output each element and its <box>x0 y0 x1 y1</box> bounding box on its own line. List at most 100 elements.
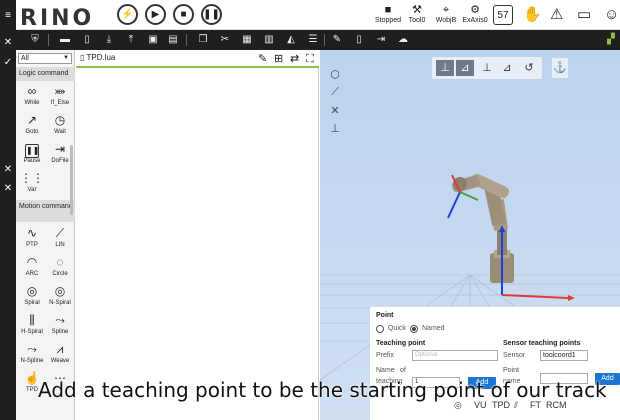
prefix-label: Prefix <box>376 352 394 359</box>
add-line-icon[interactable]: ⊞ <box>274 53 283 65</box>
prefix-input[interactable]: Optional <box>412 350 498 361</box>
cross-icon[interactable]: ✕ <box>326 104 344 122</box>
status-exaxis[interactable]: ⚙ ExAxis0 <box>459 3 491 24</box>
loop-icon: ∞ <box>27 84 37 98</box>
user-icon[interactable]: ☺ <box>604 5 619 25</box>
check-icon[interactable]: ✓ <box>0 57 16 68</box>
name-label-1: Name <box>376 367 395 374</box>
spiral-icon: ◎ <box>26 284 38 298</box>
cmd-arc[interactable]: ◠ ARC <box>18 254 46 281</box>
monitor-icon[interactable]: ▭ <box>577 5 591 25</box>
view-side-icon[interactable]: ⊥ <box>478 60 496 76</box>
scene-side-tools: ⬡ ⟋ ✕ ⊥ <box>326 68 344 140</box>
code-editor[interactable]: ▯ TPD.lua ✎ ⊞ ⇄ ⛶ <box>76 50 319 420</box>
speed-badge[interactable]: 57 <box>493 5 513 25</box>
stop-icon[interactable]: ■ <box>173 4 194 25</box>
file-icon: ▯ <box>80 53 85 62</box>
branch-icon: ⤘ <box>54 84 66 98</box>
sensor-select[interactable]: toolcoord1 <box>540 350 588 361</box>
view-mode-bar: ⊥ ⊿ ⊥ ⊿ ↺ <box>432 57 542 79</box>
close-left-icon-2[interactable]: ✕ <box>0 183 16 194</box>
top-bar: RINO ⚡ ▶ ■ ❚❚ ■ Stopped ⚒ Tool0 ⌖ WobjB ⚙ Ex… <box>0 0 620 31</box>
toolbar-divider <box>324 34 325 46</box>
new-file-icon[interactable]: ▯ <box>80 32 94 48</box>
close-left-icon[interactable]: ✕ <box>0 164 16 175</box>
pause-box-icon: ❚❚ <box>25 144 39 158</box>
cmd-spiral[interactable]: ◎ Spiral <box>18 283 46 310</box>
view-reset-icon[interactable]: ↺ <box>520 60 538 76</box>
cmd-ptp[interactable]: ∿ PTP <box>18 225 46 252</box>
edit-code-icon[interactable]: ✎ <box>258 53 267 65</box>
radio-quick[interactable] <box>376 325 384 333</box>
view-cube-icon[interactable]: ⬡ <box>326 68 344 86</box>
enable-icon[interactable]: ⚡ <box>117 4 138 25</box>
import-icon[interactable]: ⇥ <box>374 32 388 48</box>
chevron-down-icon: ▼ <box>63 55 69 61</box>
cmd-weave[interactable]: ⩘ Weave <box>46 341 74 368</box>
menu-icon[interactable]: ≡ <box>0 10 16 21</box>
cmd-n-spline[interactable]: ⤳ N-Spline <box>18 341 46 368</box>
cmd-while[interactable]: ∞ While <box>18 83 46 110</box>
robot-arm <box>452 173 514 283</box>
download-icon[interactable]: ⤓ <box>102 32 116 48</box>
cut-icon[interactable]: ✂ <box>218 32 232 48</box>
arrange-icon[interactable]: ☰ <box>306 32 320 48</box>
warning-icon[interactable]: ⚠ <box>550 5 563 25</box>
delete-icon[interactable]: ▥ <box>262 32 276 48</box>
cmd-pause[interactable]: ❚❚ Pause <box>18 141 46 168</box>
axis-icon[interactable]: ⊥ <box>326 122 344 140</box>
cmd-h-spiral[interactable]: ⫼ H-Spiral <box>18 312 46 339</box>
cmd-var[interactable]: ⋮⋮ Var <box>18 170 46 197</box>
run-icon[interactable]: ▶ <box>145 4 166 25</box>
anchor-icon[interactable]: ⚓ <box>552 58 568 78</box>
document-icon[interactable]: ▯ <box>352 32 366 48</box>
ptp-icon: ∿ <box>26 226 38 240</box>
layout-icon[interactable]: ▞ <box>604 32 618 48</box>
status-wobj[interactable]: ⌖ WobjB <box>430 3 462 24</box>
app-root: RINO ⚡ ▶ ■ ❚❚ ■ Stopped ⚒ Tool0 ⌖ WobjB ⚙ Ex… <box>0 0 620 420</box>
cmd-goto[interactable]: ↗ Goto <box>18 112 46 139</box>
radio-named-label: Named <box>422 325 445 332</box>
cmd-if-else[interactable]: ⤘ If_Else <box>46 83 74 110</box>
sensor-label: Sensor <box>503 352 526 359</box>
cloud-icon[interactable]: ☁ <box>396 32 410 48</box>
cmd-wait[interactable]: ◷ Wait <box>46 112 74 139</box>
point-name-label-1: Point <box>503 367 519 374</box>
joint-icon[interactable]: ⟋ <box>326 86 344 104</box>
cmd-lin[interactable]: ⟋ LIN <box>46 225 74 252</box>
n-spiral-icon: ◎ <box>54 284 66 298</box>
upload-icon[interactable]: ⤒ <box>124 32 138 48</box>
eraser-icon[interactable]: ◭ <box>284 32 298 48</box>
motion-heading: Motion command <box>16 200 75 222</box>
exaxis-icon: ⚙ <box>470 4 480 16</box>
copy-icon[interactable]: ❐ <box>196 32 210 48</box>
weave-icon: ⩘ <box>56 342 64 356</box>
cmd-n-spiral[interactable]: ◎ N-Spiral <box>46 283 74 310</box>
fullscreen-icon[interactable]: ⛶ <box>306 53 314 65</box>
edit-icon[interactable]: ✎ <box>330 32 344 48</box>
cmd-circle[interactable]: ◌ Circle <box>46 254 74 281</box>
view-iso-icon[interactable]: ⊿ <box>456 60 474 76</box>
view-front-icon[interactable]: ⊥ <box>436 60 454 76</box>
sensor-heading: Sensor teaching points <box>503 340 581 347</box>
view-top-icon[interactable]: ⊿ <box>498 60 516 76</box>
var-icon: ⋮⋮ <box>20 171 44 185</box>
status-tool[interactable]: ⚒ Tool0 <box>401 3 433 24</box>
palette-scrollbar[interactable] <box>70 145 73 215</box>
pause-icon[interactable]: ❚❚ <box>201 4 222 25</box>
palette-filter-select[interactable]: All ▼ <box>18 53 72 64</box>
wobj-icon: ⌖ <box>442 4 450 16</box>
shield-icon[interactable]: ⛨ <box>28 32 42 48</box>
cmd-spline[interactable]: ⤳ Spline <box>46 312 74 339</box>
logic-heading: Logic command <box>16 67 75 81</box>
app-logo: RINO <box>20 6 95 31</box>
swap-icon[interactable]: ⇄ <box>290 53 299 65</box>
paste-icon[interactable]: ▦ <box>240 32 254 48</box>
file-tab[interactable]: ▯ TPD.lua <box>80 53 115 62</box>
hand-icon[interactable]: ✋ <box>523 5 542 25</box>
save-as-icon[interactable]: ▤ <box>166 32 180 48</box>
folder-icon[interactable]: ▬ <box>58 32 72 48</box>
collapse-icon[interactable]: ✕ <box>0 37 16 48</box>
radio-named[interactable] <box>410 325 418 333</box>
save-icon[interactable]: ▣ <box>146 32 160 48</box>
